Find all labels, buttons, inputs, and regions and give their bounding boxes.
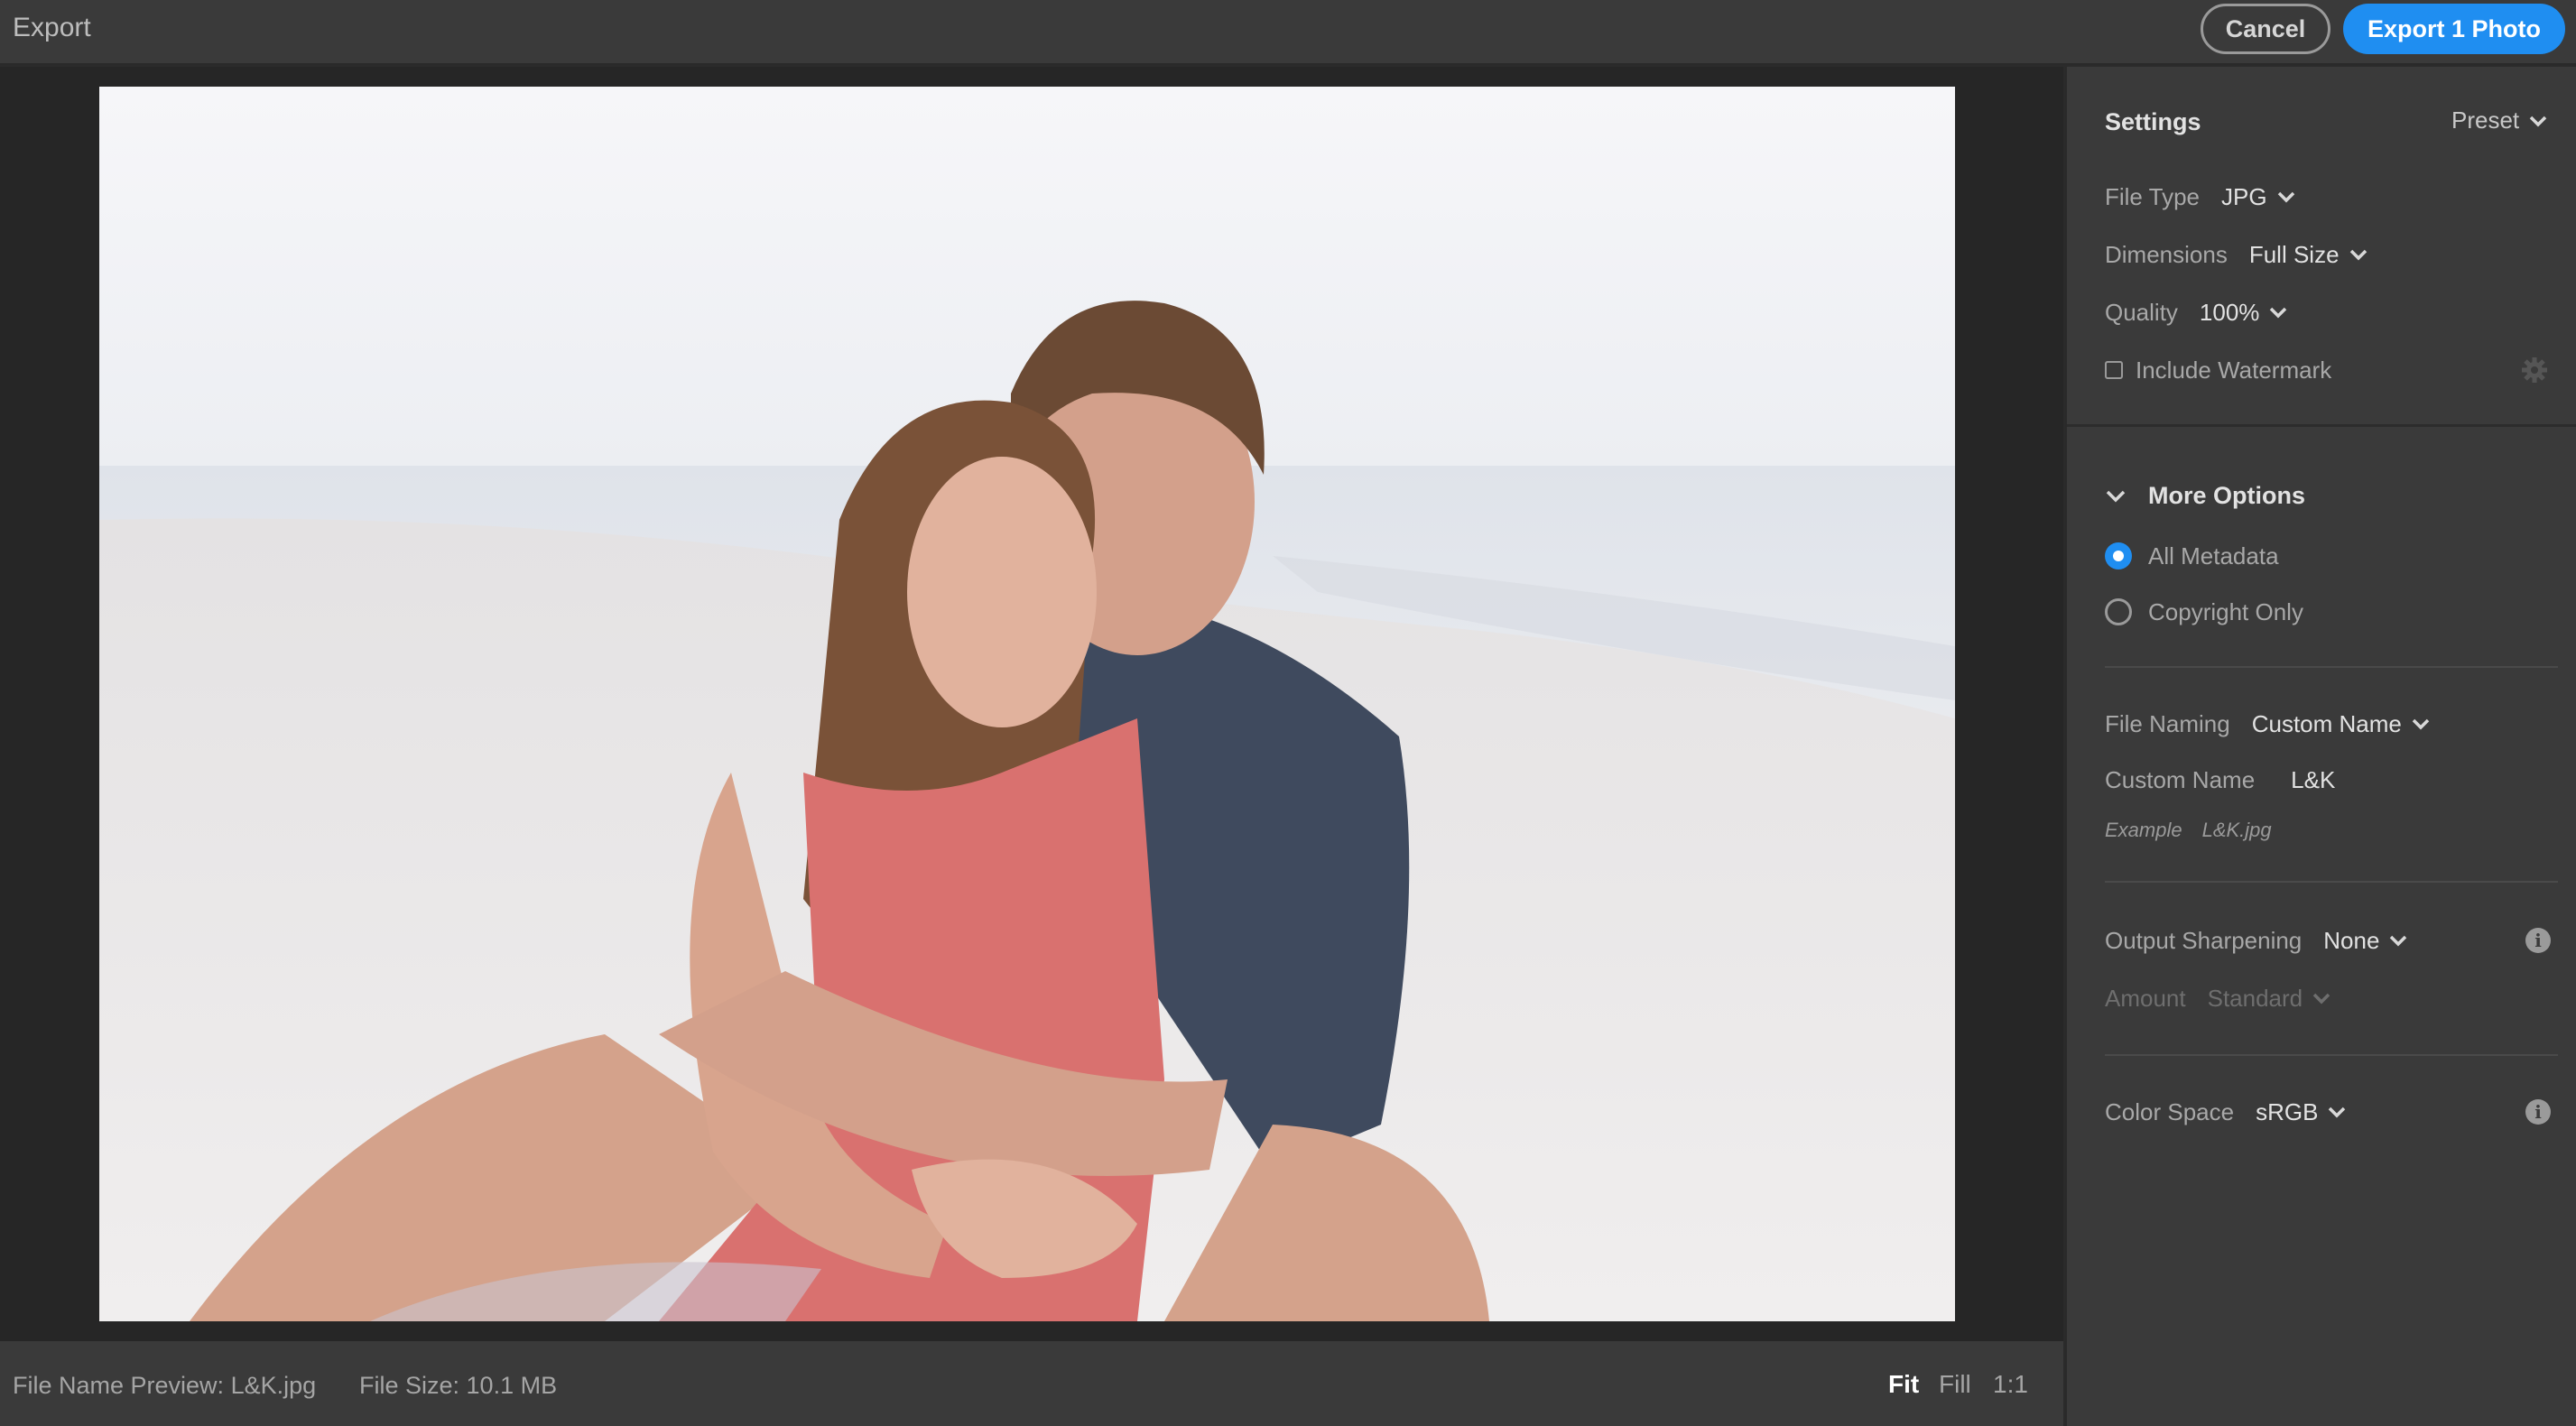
file-name-preview: File Name Preview: L&K.jpg — [13, 1372, 317, 1399]
radio-selected-icon — [2105, 542, 2132, 569]
radio-all-metadata[interactable]: All Metadata — [2105, 538, 2279, 574]
section-divider — [2105, 881, 2558, 883]
copyright-only-label: Copyright Only — [2148, 597, 2303, 625]
color-space-value: sRGB — [2256, 1097, 2319, 1125]
color-space-dropdown[interactable]: sRGB — [2256, 1098, 2347, 1126]
output-sharpening-row: Output Sharpening None — [2105, 922, 2408, 958]
gear-icon[interactable] — [2520, 356, 2549, 384]
watermark-checkbox[interactable] — [2105, 361, 2123, 379]
amount-row: Amount Standard — [2105, 980, 2331, 1016]
watermark-row: Include Watermark — [2105, 352, 2331, 388]
file-naming-label: File Naming — [2105, 709, 2230, 737]
info-icon[interactable]: i — [2525, 1099, 2551, 1125]
file-naming-dropdown[interactable]: Custom Name — [2252, 710, 2431, 738]
amount-dropdown[interactable]: Standard — [2208, 985, 2332, 1013]
output-sharpening-dropdown[interactable]: None — [2323, 927, 2408, 955]
preview-area — [0, 67, 2063, 1341]
file-naming-value: Custom Name — [2251, 709, 2402, 737]
output-sharpening-label: Output Sharpening — [2105, 926, 2303, 954]
quality-dropdown[interactable]: 100% — [2200, 299, 2289, 327]
radio-unselected-icon — [2105, 598, 2132, 625]
photo-image — [99, 87, 1955, 1321]
amount-value: Standard — [2207, 984, 2303, 1012]
dimensions-row: Dimensions Full Size — [2105, 236, 2368, 273]
settings-title: Settings — [2105, 108, 2201, 135]
preset-dropdown[interactable]: Preset — [2451, 106, 2548, 134]
section-divider — [2067, 424, 2576, 427]
zoom-fit[interactable]: Fit — [1888, 1370, 1919, 1399]
section-divider — [2105, 1054, 2558, 1056]
chevron-down-icon — [2529, 116, 2547, 126]
info-icon[interactable]: i — [2525, 928, 2551, 953]
preset-label: Preset — [2451, 106, 2520, 134]
chevron-down-icon — [2270, 307, 2287, 319]
file-naming-row: File Naming Custom Name — [2105, 706, 2431, 742]
chevron-down-icon — [2329, 1107, 2346, 1118]
zoom-1-1[interactable]: 1:1 — [1993, 1370, 2028, 1399]
example-value: L&K.jpg — [2201, 819, 2272, 841]
amount-label: Amount — [2105, 984, 2186, 1012]
export-button[interactable]: Export 1 Photo — [2343, 4, 2565, 54]
chevron-down-icon — [2277, 191, 2294, 203]
settings-panel: Settings Preset File Type JPG Dimensions… — [2065, 67, 2576, 1426]
custom-name-input[interactable]: L&K — [2291, 766, 2335, 794]
watermark-label: Include Watermark — [2136, 356, 2332, 384]
dialog-title: Export — [13, 13, 91, 42]
quality-label: Quality — [2105, 298, 2178, 326]
chevron-down-icon — [2312, 993, 2330, 1005]
radio-copyright-only[interactable]: Copyright Only — [2105, 594, 2303, 630]
dimensions-value: Full Size — [2248, 240, 2340, 268]
example-row: Example L&K.jpg — [2105, 812, 2272, 848]
cancel-button[interactable]: Cancel — [2201, 4, 2330, 54]
dimensions-label: Dimensions — [2105, 240, 2228, 268]
chevron-down-icon — [2349, 249, 2367, 261]
chevron-down-icon — [2412, 718, 2430, 730]
color-space-label: Color Space — [2105, 1097, 2235, 1125]
color-space-row: Color Space sRGB — [2105, 1094, 2347, 1130]
title-bar: Export Cancel Export 1 Photo — [0, 0, 2576, 65]
quality-row: Quality 100% — [2105, 294, 2288, 330]
more-options-title: More Options — [2148, 482, 2305, 509]
output-sharpening-value: None — [2323, 926, 2380, 954]
file-size: File Size: 10.1 MB — [359, 1372, 558, 1399]
example-label: Example — [2105, 819, 2182, 841]
chevron-down-icon — [2390, 935, 2407, 947]
file-type-dropdown[interactable]: JPG — [2221, 183, 2296, 211]
custom-name-row: Custom Name L&K — [2105, 762, 2335, 798]
photo-preview — [99, 87, 1955, 1321]
chevron-down-icon — [2106, 490, 2126, 502]
dimensions-dropdown[interactable]: Full Size — [2249, 241, 2368, 269]
status-bar: File Name Preview: L&K.jpg File Size: 10… — [0, 1341, 2063, 1426]
file-type-value: JPG — [2221, 182, 2267, 210]
quality-value: 100% — [2199, 298, 2260, 326]
more-options-toggle[interactable]: More Options — [2105, 482, 2305, 510]
file-type-label: File Type — [2105, 182, 2201, 210]
custom-name-label: Custom Name — [2105, 765, 2256, 793]
zoom-fill[interactable]: Fill — [1939, 1370, 1971, 1399]
all-metadata-label: All Metadata — [2148, 542, 2279, 569]
section-divider — [2105, 666, 2558, 668]
file-type-row: File Type JPG — [2105, 179, 2296, 215]
